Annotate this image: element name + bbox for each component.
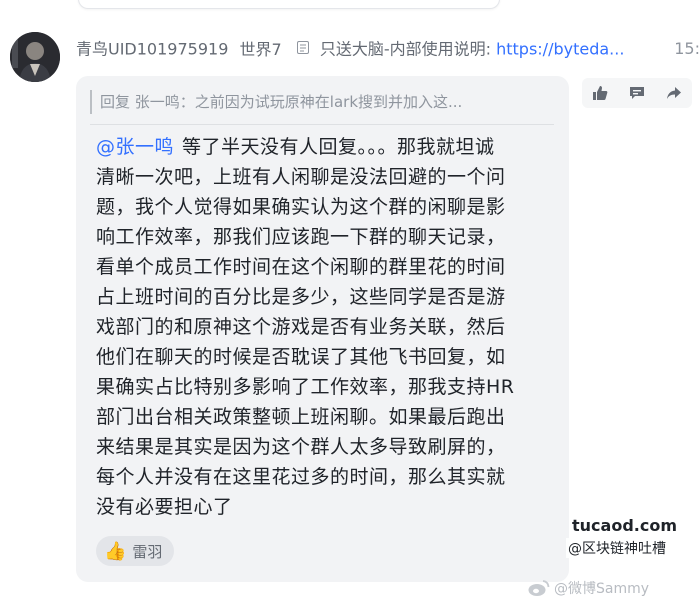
message-line: 题，我个人觉得如果确实认为这个群的闲聊是影 bbox=[96, 196, 506, 218]
reaction-chip[interactable]: 👍 雷羽 bbox=[96, 536, 175, 566]
message-line: 果确实占比特别多影响了工作效率，那我支持HR bbox=[96, 376, 515, 398]
message-actions-toolbar bbox=[582, 78, 692, 108]
department-tag: 世界7 bbox=[239, 39, 282, 59]
pinned-doc-link[interactable]: https://byteda... bbox=[496, 40, 624, 59]
reply-quoted-text: 张一鸣：之前因为试玩原神在lark搜到并加入这... bbox=[134, 93, 463, 111]
avatar-image bbox=[10, 32, 60, 82]
reaction-users: 雷羽 bbox=[132, 542, 163, 561]
message-line: 来结果是其实是因为这个群人太多导致刷屏的， bbox=[96, 436, 506, 458]
comment-icon[interactable] bbox=[622, 78, 652, 108]
message-line-text: 等了半天没有人回复。。。那我就坦诚 bbox=[182, 136, 495, 158]
message-bubble: 回复 张一鸣：之前因为试玩原神在lark搜到并加入这... @张一鸣 等了半天没有… bbox=[76, 76, 569, 582]
avatar[interactable] bbox=[10, 32, 60, 82]
message-line: 戏部门的和原神这个游戏是否有业务关联，然后 bbox=[96, 316, 506, 338]
message-line: 看单个成员工作时间在这个闲聊的群里花的时间 bbox=[96, 256, 506, 278]
message-line: 响工作效率，那我们应该跑一下群的聊天记录， bbox=[96, 226, 506, 248]
pinned-doc-title: 只送大脑-内部使用说明: bbox=[319, 39, 492, 59]
weibo-handle: @微博Sammy bbox=[554, 581, 650, 597]
message-header: 青鸟UID101975919 世界7 只送大脑-内部使用说明: https://… bbox=[76, 38, 700, 60]
weibo-watermark: @微博Sammy bbox=[528, 578, 649, 598]
message-line: 部门出台相关政策整顿上班闲聊。如果最后跑出 bbox=[96, 406, 506, 428]
message-line: 他们在聊天的时候是否耽误了其他飞书回复，如 bbox=[96, 346, 506, 368]
message-line: 清晰一次吧，上班有人闲聊是没法回避的一个问 bbox=[96, 166, 506, 188]
mention-link[interactable]: @张一鸣 bbox=[96, 136, 174, 158]
divider bbox=[90, 124, 554, 125]
watermark-handle: @区块链神吐槽 bbox=[566, 538, 668, 558]
reply-prefix: 回复 bbox=[100, 93, 131, 111]
thumbs-up-emoji-icon: 👍 bbox=[104, 540, 127, 562]
share-icon[interactable] bbox=[659, 78, 689, 108]
message-body: @张一鸣 等了半天没有人回复。。。那我就坦诚 清晰一次吧，上班有人闲聊是没法回避的… bbox=[96, 132, 546, 522]
reply-quote[interactable]: 回复 张一鸣：之前因为试玩原神在lark搜到并加入这... bbox=[90, 90, 560, 114]
weibo-logo-icon bbox=[528, 580, 550, 596]
watermark-site: tucaod.com bbox=[570, 516, 679, 535]
previous-message-card bbox=[78, 0, 500, 9]
message-line: @张一鸣 等了半天没有人回复。。。那我就坦诚 bbox=[96, 132, 546, 162]
sender-name[interactable]: 青鸟UID101975919 bbox=[76, 40, 228, 59]
document-icon bbox=[296, 41, 309, 54]
message-line: 每个人并没有在这里花过多的时间，那么其实就 bbox=[96, 466, 506, 488]
message-line: 没有必要担心了 bbox=[96, 496, 233, 518]
thumbs-up-icon[interactable] bbox=[585, 78, 615, 108]
message-time: 15: bbox=[668, 38, 700, 60]
message-line: 占上班时间的百分比是多少，这些同学是否是游 bbox=[96, 286, 506, 308]
